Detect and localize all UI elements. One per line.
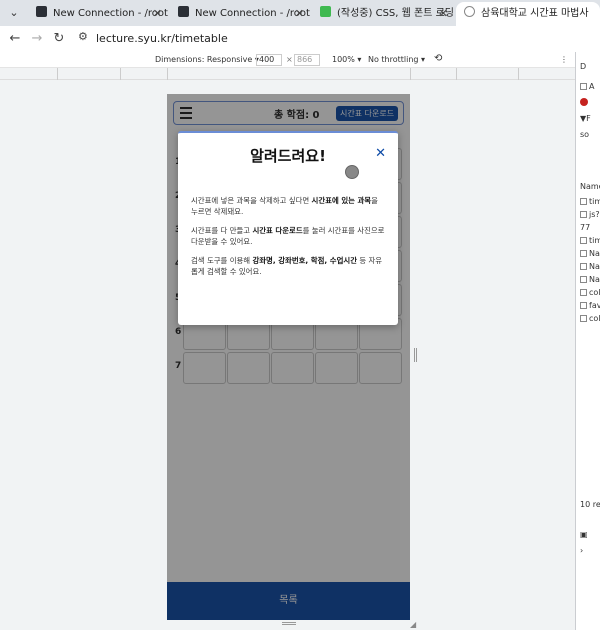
element-picker-icon	[580, 83, 587, 90]
network-row[interactable]: Na	[580, 262, 600, 271]
network-row[interactable]: 77	[580, 223, 590, 232]
devtools-panel: D A ▼F so Name tim js? 77 tim Na Na Na c…	[575, 52, 600, 630]
close-icon[interactable]: ✕	[153, 2, 162, 26]
throttling-label: No throttling	[368, 55, 419, 64]
viewport-height-handle[interactable]	[282, 622, 296, 625]
paragraph-emphasis: 시간표에 있는 과목	[311, 196, 372, 205]
document-icon	[580, 198, 587, 205]
network-row[interactable]: Na	[580, 275, 600, 284]
stylesheet-icon	[580, 315, 587, 322]
network-row-name: fav	[589, 301, 600, 310]
devtools-label: F	[586, 114, 591, 123]
devtools-label: A	[589, 82, 595, 91]
network-row-name: col	[589, 314, 600, 323]
tab-title: New Connection - /root/lecture	[53, 8, 168, 19]
network-row[interactable]: tim	[580, 197, 600, 206]
tab-title: (작성중) CSS, 웹 폰트 로딩 속도	[337, 8, 454, 19]
paragraph-text: 시간표에 넣은 과목을 삭제하고 싶다면	[191, 196, 312, 205]
device-toolbar: Dimensions: Responsive ▾ 400 × 866 100% …	[0, 52, 575, 68]
address-bar[interactable]: lecture.syu.kr/timetable	[96, 32, 228, 45]
device-viewport: 총 학점: 0 시간표 다운로드 1 2 3 4	[167, 94, 410, 620]
tab-title: New Connection - /root/lecture	[195, 8, 310, 19]
browser-tab-3[interactable]: (작성중) CSS, 웹 폰트 로딩 속도 ✕	[312, 2, 454, 26]
devtools-tab[interactable]: A	[580, 82, 594, 91]
paragraph-text: 검색 도구를 이용해	[191, 256, 253, 265]
times-icon: ×	[286, 55, 293, 64]
network-row[interactable]: fav	[580, 301, 600, 310]
site-info-icon[interactable]: ⚙	[78, 30, 88, 43]
stylesheet-icon	[580, 289, 587, 296]
throttling-select[interactable]: No throttling ▾	[368, 55, 425, 64]
modal-title: 알려드려요!	[250, 147, 326, 165]
network-column-name[interactable]: Name	[580, 182, 600, 191]
network-row[interactable]: js?	[580, 210, 600, 219]
console-toggle-icon[interactable]: ▣	[580, 530, 588, 539]
globe-icon	[464, 6, 475, 17]
devtools-tab[interactable]: D	[580, 62, 586, 71]
viewport-resize-handle[interactable]	[414, 348, 417, 362]
tab-search-chevron-icon[interactable]: ⌄	[4, 3, 24, 23]
network-row[interactable]: tim	[580, 236, 600, 245]
modal-paragraph: 시간표를 다 만들고 시간표 다운로드를 눌러 시간표를 사진으로 다운받을 수…	[191, 225, 387, 247]
dimensions-label: Dimensions: Responsive	[155, 55, 253, 64]
font-file-icon	[580, 263, 587, 270]
reload-icon[interactable]: ↻	[50, 30, 68, 48]
zoom-select[interactable]: 100% ▾	[332, 55, 361, 64]
zoom-label: 100%	[332, 55, 355, 64]
network-row-name: Na	[589, 262, 600, 271]
font-file-icon	[580, 250, 587, 257]
browser-tab-2[interactable]: New Connection - /root/lecture ✕	[170, 2, 310, 26]
record-button[interactable]	[580, 98, 588, 107]
notice-modal: 알려드려요! ✕ 시간표에 넣은 과목을 삭제하고 싶다면 시간표에 있는 과목…	[178, 131, 398, 325]
modal-paragraph: 시간표에 넣은 과목을 삭제하고 싶다면 시간표에 있는 과목을 누르면 삭제돼…	[191, 195, 387, 217]
close-icon[interactable]: ✕	[439, 2, 448, 26]
paragraph-text: 시간표를 다 만들고	[191, 226, 253, 235]
network-row[interactable]: col	[580, 288, 600, 297]
paragraph-emphasis: 강좌명, 강좌번호, 학점, 수업시간	[252, 256, 357, 265]
touch-cursor-icon	[345, 165, 359, 179]
dimensions-select[interactable]: Dimensions: Responsive ▾	[155, 55, 259, 64]
network-row[interactable]: col	[580, 314, 600, 323]
close-icon[interactable]: ✕	[295, 2, 304, 26]
network-row-name: tim	[589, 236, 600, 245]
devtools-label: so	[580, 130, 590, 139]
font-file-icon	[580, 276, 587, 283]
network-row-name: js?	[589, 210, 600, 219]
width-input[interactable]: 400	[256, 54, 282, 66]
console-prompt-icon[interactable]: ›	[580, 546, 583, 555]
network-row-name: tim	[589, 197, 600, 206]
network-row[interactable]: Na	[580, 249, 600, 258]
browser-tab-active[interactable]: 삼육대학교 시간표 마법사	[456, 2, 600, 26]
more-options-icon[interactable]: ⋮	[560, 55, 568, 64]
record-icon	[580, 98, 588, 106]
tab-strip: ⌄ New Connection - /root/lecture ✕ New C…	[0, 0, 600, 26]
height-input[interactable]: 866	[294, 54, 320, 66]
network-row-name: 77	[580, 223, 591, 232]
tab-title: 삼육대학교 시간표 마법사	[481, 8, 589, 19]
script-icon	[580, 211, 587, 218]
browser-toolbar: ← → ↻ ⚙ lecture.syu.kr/timetable	[0, 26, 600, 52]
modal-paragraph: 검색 도구를 이용해 강좌명, 강좌번호, 학점, 수업시간 등 자유롭게 검색…	[191, 255, 387, 277]
rotate-icon[interactable]: ⟲	[434, 53, 442, 64]
modal-body: 시간표에 넣은 과목을 삭제하고 싶다면 시간표에 있는 과목을 누르면 삭제돼…	[191, 195, 387, 285]
favicon-file-icon	[580, 302, 587, 309]
network-row-name: Na	[589, 275, 600, 284]
network-row-name: Na	[589, 249, 600, 258]
corner-resize-icon[interactable]: ◢	[410, 620, 416, 629]
terminal-icon	[36, 6, 47, 17]
browser-tab-1[interactable]: New Connection - /root/lecture ✕	[28, 2, 168, 26]
document-icon	[580, 237, 587, 244]
request-count: 10 re	[580, 500, 600, 509]
terminal-icon	[178, 6, 189, 17]
media-query-ruler	[0, 68, 575, 80]
forward-arrow-icon[interactable]: →	[28, 30, 46, 48]
close-icon[interactable]: ✕	[375, 146, 386, 161]
velog-icon	[320, 6, 331, 17]
paragraph-emphasis: 시간표 다운로드	[252, 226, 303, 235]
filter-row[interactable]: ▼F	[580, 114, 591, 123]
network-row-name: col	[589, 288, 600, 297]
back-arrow-icon[interactable]: ←	[6, 30, 24, 48]
